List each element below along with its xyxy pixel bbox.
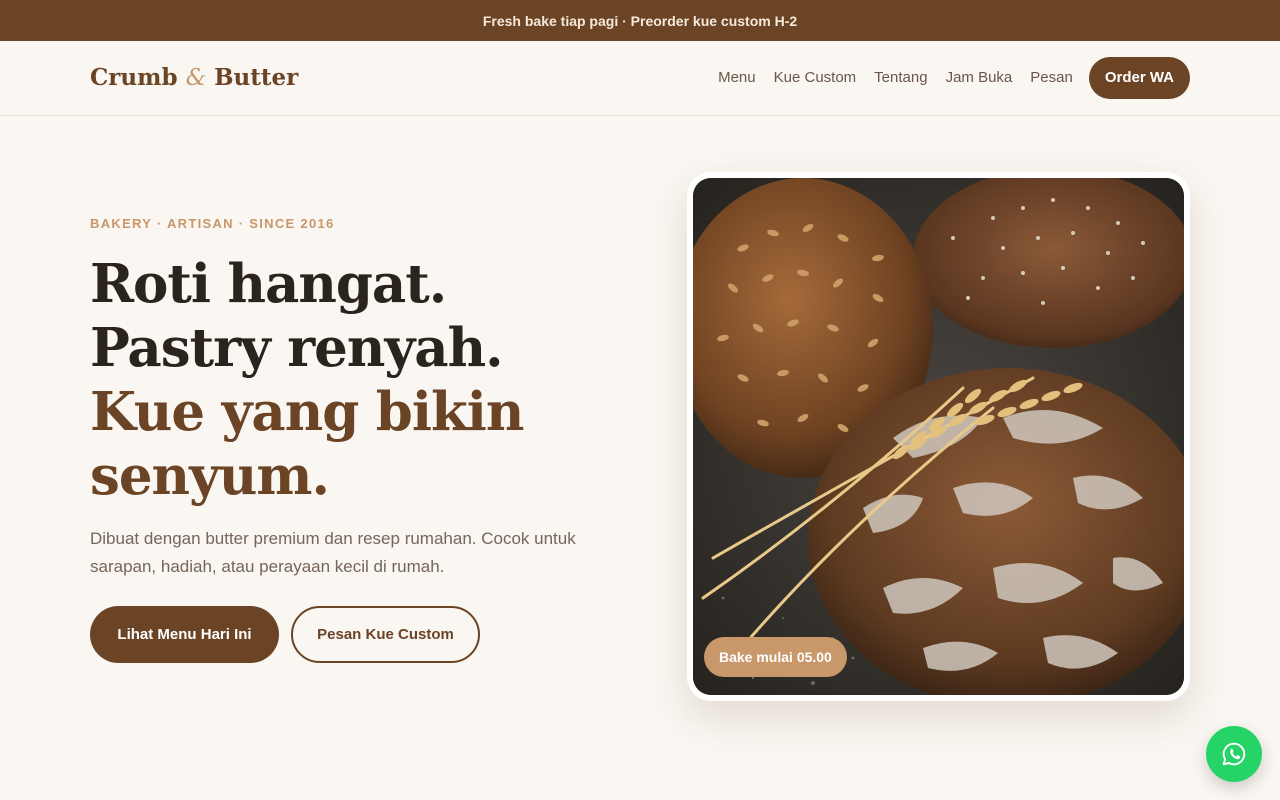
hero-headline: Roti hangat. Pastry renyah. Kue yang bik… (90, 252, 650, 508)
brand-ampersand: & (185, 65, 207, 91)
nav-item-tentang[interactable]: Tentang (874, 57, 927, 99)
announcement-bar: Fresh bake tiap pagi · Preorder kue cust… (0, 0, 1280, 41)
nav-item-pesan[interactable]: Pesan (1030, 57, 1073, 99)
whatsapp-icon (1222, 742, 1246, 766)
bread-loaves-icon (693, 178, 1184, 695)
order-wa-button[interactable]: Order WA (1088, 57, 1190, 99)
headline-line-2: Pastry renyah. (90, 317, 504, 379)
headline-line-3: Kue yang bikin senyum. (90, 381, 524, 507)
brand-name-part1: Crumb (90, 64, 178, 91)
main-nav: Menu Kue Custom Tentang Jam Buka Pesan O… (700, 57, 1190, 99)
view-menu-button[interactable]: Lihat Menu Hari Ini (90, 606, 279, 663)
nav-item-kue-custom[interactable]: Kue Custom (774, 57, 857, 99)
whatsapp-float-button[interactable] (1206, 726, 1262, 782)
bake-time-badge: Bake mulai 05.00 (704, 637, 847, 677)
hero-eyebrow: BAKERY · ARTISAN · SINCE 2016 (90, 216, 335, 231)
nav-item-menu[interactable]: Menu (718, 57, 756, 99)
brand-logo[interactable]: Crumb & Butter (90, 64, 298, 91)
hero-description: Dibuat dengan butter premium dan resep r… (90, 529, 576, 576)
nav-item-jam-buka[interactable]: Jam Buka (946, 57, 1013, 99)
announcement-text: Fresh bake tiap pagi · Preorder kue cust… (482, 12, 798, 29)
bread-photo: Bake mulai 05.00 (693, 178, 1184, 695)
site-header: Crumb & Butter Menu Kue Custom Tentang J… (0, 41, 1280, 116)
order-custom-cake-button[interactable]: Pesan Kue Custom (291, 606, 480, 663)
hero-photo-card: Bake mulai 05.00 (687, 172, 1190, 701)
brand-name-part2: Butter (214, 64, 299, 91)
headline-line-1: Roti hangat. (90, 253, 447, 315)
